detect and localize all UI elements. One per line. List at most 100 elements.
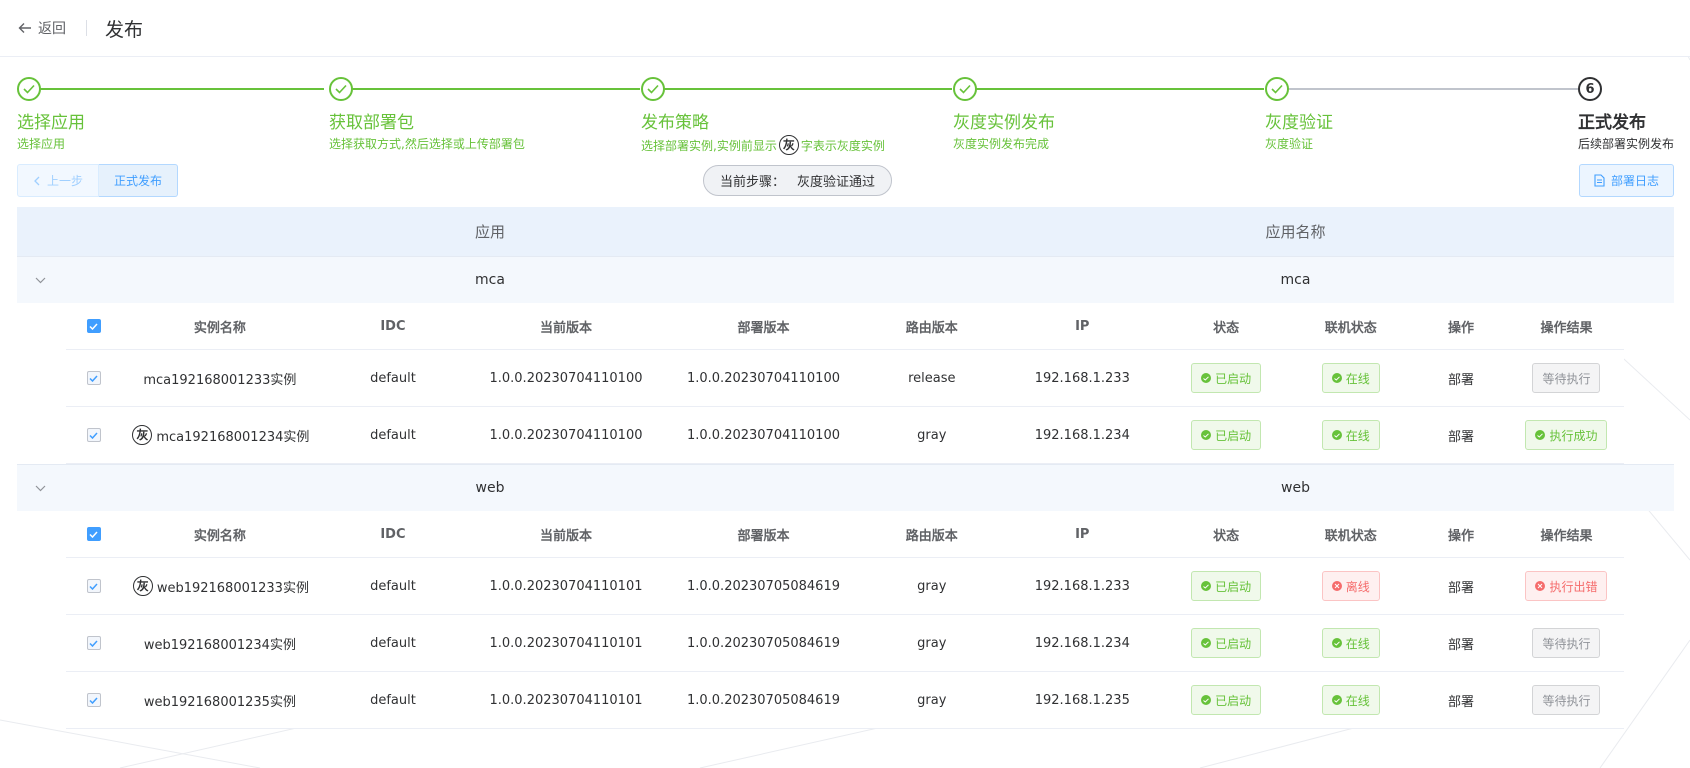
header-operation: 操作 [1447,528,1474,544]
header-result: 操作结果 [1540,528,1593,544]
step-1-title: 选择应用 [17,113,85,133]
table-row: web192168001235实例 default 1.0.0.20230704… [66,672,1624,729]
step-nav-group: 上一步 正式发布 [17,164,179,197]
chevron-down-icon[interactable] [17,485,63,492]
status-text: 已启动 [1215,428,1252,443]
release-table-header: 应用 应用名称 [17,207,1674,256]
app-groups: mca mca 实例名称 IDC 当前版本 部署版本 路由版本 IP 状态 联机… [17,256,1674,729]
header-route-version: 路由版本 [905,528,958,544]
step-3-title: 发布策略 [641,113,709,133]
instance-rows: mca192168001233实例 default 1.0.0.20230704… [66,350,1624,464]
header-current-version: 当前版本 [539,528,592,544]
release-table: 应用 应用名称 mca mca 实例名称 IDC 当前版本 部署版本 路由版本 … [17,207,1674,729]
instance-idc: default [370,370,416,386]
header-status: 状态 [1213,320,1240,336]
result-text: 执行出错 [1549,579,1598,594]
check-circle-icon [1331,695,1342,705]
header-online: 联机状态 [1324,320,1377,336]
select-all-checkbox[interactable] [86,527,101,541]
formal-publish-button[interactable]: 正式发布 [99,164,179,197]
table-row: web192168001234实例 default 1.0.0.20230704… [66,615,1624,672]
app-group: web web 实例名称 IDC 当前版本 部署版本 路由版本 IP 状态 联机… [17,464,1674,729]
status-badge: 已启动 [1191,363,1262,393]
check-circle-icon [1331,373,1342,383]
instance-current-version: 1.0.0.20230704110101 [489,635,643,651]
result-text: 执行成功 [1549,428,1598,443]
group-app: mca [475,272,505,288]
step-2-desc: 选择获取方式,然后选择或上传部署包 [329,137,525,151]
instance-name: mca192168001233实例 [143,372,297,388]
instance-ip: 192.168.1.235 [1034,692,1130,708]
instance-name: web192168001234实例 [143,637,296,653]
step-connector-3 [664,88,952,90]
header-instance-name: 实例名称 [193,528,246,544]
result-text: 等待执行 [1542,636,1591,651]
deploy-operation[interactable]: 部署 [1413,634,1509,653]
result-badge: 执行出错 [1525,571,1608,601]
instance-ip: 192.168.1.233 [1034,370,1130,386]
instance-deploy-version: 1.0.0.20230705084619 [686,635,840,651]
steps-bar: 6 选择应用 获取部署包 发布策略 灰度实例发布 灰度验证 正式发布 选择应用 … [0,57,1690,157]
instance-table-header: 实例名称 IDC 当前版本 部署版本 路由版本 IP 状态 联机状态 操作 操作… [66,511,1624,558]
app-group-row[interactable]: web web [17,464,1674,511]
result-badge: 等待执行 [1532,685,1601,715]
check-circle-icon [1331,638,1342,648]
back-label: 返回 [38,21,66,37]
step-5-title: 灰度验证 [1265,113,1333,133]
document-icon [1594,174,1605,187]
instance-route-version: release [908,370,956,386]
online-badge: 在线 [1321,685,1380,715]
row-checkbox[interactable] [86,428,101,442]
deploy-operation[interactable]: 部署 [1413,691,1509,710]
online-badge: 在线 [1321,628,1380,658]
step-2-check-icon [329,77,353,101]
deploy-operation[interactable]: 部署 [1413,426,1509,445]
instance-table: 实例名称 IDC 当前版本 部署版本 路由版本 IP 状态 联机状态 操作 操作… [66,303,1624,464]
app-group-row[interactable]: mca mca [17,256,1674,303]
page-title: 发布 [105,18,144,41]
status-badge: 已启动 [1191,685,1262,715]
header-current-version: 当前版本 [539,320,592,336]
app-group: mca mca 实例名称 IDC 当前版本 部署版本 路由版本 IP 状态 联机… [17,256,1674,464]
step-connector-4 [976,88,1264,90]
status-badge: 已启动 [1191,628,1262,658]
deploy-operation[interactable]: 部署 [1413,369,1509,388]
chevron-down-icon[interactable] [17,277,63,284]
status-text: 已启动 [1215,579,1252,594]
deploy-operation[interactable]: 部署 [1413,577,1509,596]
check-circle-icon [1201,581,1212,591]
instance-route-version: gray [917,427,947,443]
online-badge: 在线 [1321,363,1380,393]
row-checkbox[interactable] [86,371,101,385]
gray-instance-mark: 灰 [778,135,799,155]
step-5-desc: 灰度验证 [1265,137,1314,151]
page-header: 返回 发布 [0,0,1690,57]
header-online: 联机状态 [1324,528,1377,544]
header-operation: 操作 [1447,320,1474,336]
prev-step-button[interactable]: 上一步 [17,164,100,197]
row-checkbox[interactable] [86,693,101,707]
row-checkbox[interactable] [86,579,101,593]
online-text: 在线 [1345,428,1370,443]
step-6-title: 正式发布 [1578,113,1646,133]
step-4-check-icon [953,77,977,101]
prev-step-label: 上一步 [47,174,84,188]
step-1-desc: 选择应用 [17,137,66,151]
instance-ip: 192.168.1.233 [1034,578,1130,594]
current-step-value: 灰度验证通过 [797,175,876,190]
instance-route-version: gray [917,692,947,708]
header-status: 状态 [1213,528,1240,544]
online-text: 离线 [1345,579,1370,594]
step-6-number: 6 [1578,77,1602,101]
row-checkbox[interactable] [86,636,101,650]
back-button[interactable]: 返回 [18,18,66,38]
result-badge: 等待执行 [1532,628,1601,658]
select-all-checkbox[interactable] [86,319,101,333]
step-3-desc-post: 字表示灰度实例 [800,138,885,153]
deploy-log-button[interactable]: 部署日志 [1578,164,1674,197]
gray-instance-mark: 灰 [132,576,153,596]
current-step-label: 当前步骤： [720,175,786,190]
instance-current-version: 1.0.0.20230704110101 [489,692,643,708]
result-badge: 等待执行 [1532,363,1601,393]
check-circle-icon [1201,430,1212,440]
